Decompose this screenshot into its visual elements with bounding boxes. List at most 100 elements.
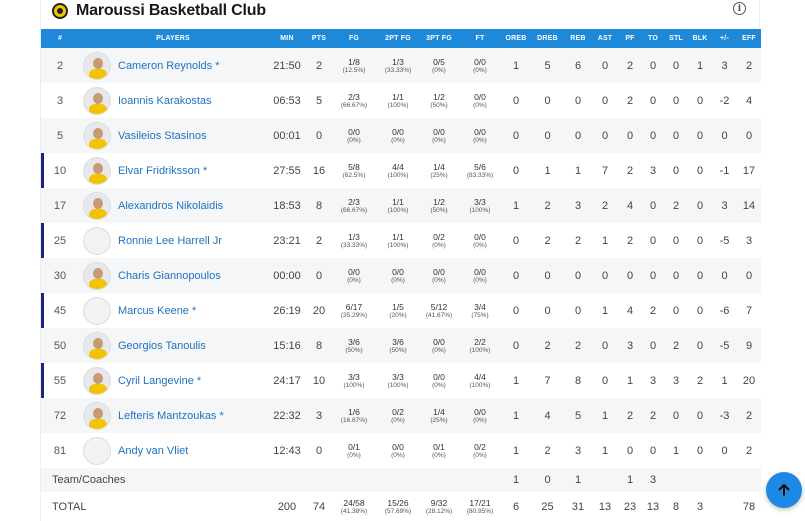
free-throws: 17/21 (80.95%) [466,497,494,515]
free-throws: 0/0 (0%) [473,266,487,284]
steals: 2 [672,199,680,212]
minutes: 21:50 [273,59,301,72]
personal-fouls: 1 [626,474,634,486]
assists: 1 [601,234,609,247]
blocks: 0 [696,199,704,212]
steals: 3 [672,374,680,387]
column-header: FG [348,35,360,42]
player-name-link[interactable]: Ronnie Lee Harrell Jr [118,235,222,247]
steals: 0 [672,304,680,317]
player-name-link[interactable]: Cameron Reynolds * [118,60,220,72]
personal-fouls: 2 [626,409,634,422]
points: 16 [312,164,326,177]
turnovers: 0 [649,444,657,457]
blocks: 0 [696,409,704,422]
three-point-fg: 5/12 (41.67%) [425,301,453,319]
player-cell: Alexandros Nikolaidis [79,188,267,223]
avatar [83,86,111,115]
assists: 0 [601,129,609,142]
player-name-link[interactable]: Marcus Keene * [118,305,196,317]
free-throws: 3/4 (75%) [471,301,489,319]
rebounds: 0 [574,94,582,107]
plus-minus: 0 [721,129,728,142]
player-cell: Ioannis Karakostas [79,83,267,118]
two-point-fg: 1/3 (33.33%) [384,56,412,74]
column-header: # [57,35,63,42]
boxscore-table: # PLAYERS MIN PTS FG 2PT FG 3PT FG FT OREB DREB RE… [41,29,761,521]
player-name-link[interactable]: Alexandros Nikolaidis [118,200,223,212]
two-point-fg: 0/0 (0%) [391,266,405,284]
player-name-link[interactable]: Cyril Langevine * [118,375,201,387]
steals: 1 [672,444,680,457]
player-name-link[interactable]: Georgios Tanoulis [118,340,206,352]
personal-fouls: 3 [626,339,634,352]
plus-minus: 3 [721,199,728,212]
points: 74 [312,500,326,513]
personal-fouls: 4 [626,199,634,212]
field-goals: 0/0 (0%) [347,126,361,144]
turnovers: 3 [649,474,657,486]
two-point-fg: 1/1 (100%) [387,91,409,109]
player-name-link[interactable]: Ioannis Karakostas [118,95,212,107]
turnovers: 0 [649,199,657,212]
steals: 0 [672,234,680,247]
turnovers: 0 [649,269,657,282]
plus-minus: 1 [721,374,728,387]
player-name-link[interactable]: Elvar Fridriksson * [118,165,207,177]
free-throws: 0/2 (0%) [473,441,487,459]
personal-fouls: 2 [626,94,634,107]
player-cell: Georgios Tanoulis [79,328,267,363]
rebounds: 1 [574,474,582,486]
avatar [83,366,111,395]
assists: 1 [601,444,609,457]
plus-minus: 0 [721,269,728,282]
table-row: 5 Vasileios Stasinos 00:01 0 0/0 (0%) 0/0 (0%) 0… [41,118,761,153]
rebounds: 2 [574,339,582,352]
assists: 7 [601,164,609,177]
plus-minus: -3 [719,409,730,422]
two-point-fg: 0/0 (0%) [391,441,405,459]
plus-minus: -5 [719,234,730,247]
player-cell: Marcus Keene * [79,293,267,328]
field-goals: 1/6 (16.67%) [340,406,368,424]
avatar [83,331,111,360]
boxscore-card: Maroussi Basketball Club i # PLAYERS MIN PT… [40,0,802,521]
defensive-rebounds: 0 [544,304,551,317]
player-cell: Cameron Reynolds * [79,48,267,83]
info-icon[interactable]: i [733,2,746,15]
blocks: 0 [696,339,704,352]
table-row: 30 Charis Giannopoulos 00:00 0 0/0 (0%) 0/0 (0%… [41,258,761,293]
minutes: 24:17 [273,374,301,387]
free-throws: 0/0 (0%) [473,56,487,74]
assists: 1 [601,409,609,422]
avatar [83,401,111,430]
minutes: 00:00 [273,269,301,282]
minutes: 18:53 [273,199,301,212]
column-header: EFF [742,35,756,42]
defensive-rebounds: 2 [544,199,551,212]
defensive-rebounds: 5 [544,59,551,72]
totals-row: TOTAL 200 74 24/58 (41.38%) 15/26 (57.69%) 9/32… [41,492,761,521]
turnovers: 0 [649,94,657,107]
player-name-link[interactable]: Andy van Vliet [118,445,188,457]
team-logo-icon [52,3,68,19]
player-name-link[interactable]: Charis Giannopoulos [118,270,221,282]
player-name-link[interactable]: Lefteris Mantzoukas * [118,410,224,422]
minutes: 06:53 [273,94,301,107]
personal-fouls: 0 [626,444,634,457]
blocks: 0 [696,304,704,317]
field-goals: 0/1 (0%) [347,441,361,459]
field-goals: 0/0 (0%) [347,266,361,284]
table-row: 17 Alexandros Nikolaidis 18:53 8 2/3 (66.67%)… [41,188,761,223]
blocks: 0 [696,234,704,247]
assists: 0 [601,374,609,387]
assists: 0 [601,269,609,282]
scroll-top-button[interactable] [766,472,802,508]
turnovers: 3 [649,164,657,177]
player-name-link[interactable]: Vasileios Stasinos [118,130,206,142]
assists: 0 [601,339,609,352]
points: 0 [315,129,323,142]
column-header: 2PT FG [385,35,411,42]
steals: 0 [672,59,680,72]
field-goals: 6/17 (35.29%) [340,301,368,319]
